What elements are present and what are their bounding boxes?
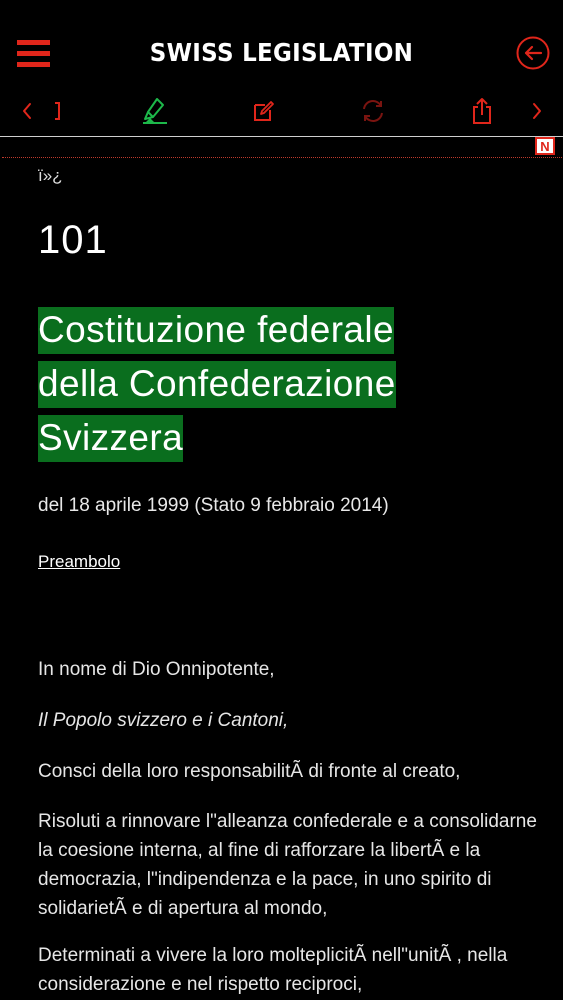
encoding-marker: ï»¿ [38, 166, 63, 185]
law-title: Costituzione federale della Confederazio… [38, 303, 538, 465]
toolbar-divider [0, 136, 563, 137]
law-title-line: Costituzione federale [38, 307, 394, 354]
sync-icon[interactable] [357, 95, 389, 127]
law-title-line: Svizzera [38, 415, 184, 462]
note-marker-line [2, 157, 562, 158]
preamble-paragraph: Determinati a vivere la loro molteplicit… [38, 945, 508, 995]
note-badge-icon[interactable]: N [535, 137, 555, 155]
next-icon[interactable] [528, 95, 546, 127]
preamble-paragraph: Il Popolo svizzero e i Cantoni, [38, 710, 289, 731]
prev-icon[interactable] [18, 95, 36, 127]
law-date: del 18 aprile 1999 (Stato 9 febbraio 201… [38, 495, 389, 516]
law-number: 101 [38, 218, 108, 262]
preamble-link[interactable]: Preambolo [38, 552, 120, 572]
share-icon[interactable] [468, 95, 496, 127]
bracket-icon[interactable] [50, 95, 64, 127]
circle-arrow-left-icon[interactable] [516, 36, 550, 70]
edit-note-icon[interactable] [250, 95, 278, 127]
highlighter-icon[interactable] [138, 95, 172, 127]
app-header: SWISS LEGISLATION [0, 0, 563, 108]
law-title-line: della Confederazione [38, 361, 396, 408]
preamble-paragraph: Consci della loro responsabilitÃ di fron… [38, 761, 461, 782]
page-title: SWISS LEGISLATION [149, 38, 414, 67]
preamble-paragraph: Risoluti a rinnovare l"alleanza confeder… [38, 811, 537, 919]
preamble-paragraph: In nome di Dio Onnipotente, [38, 659, 275, 680]
svg-text:N: N [540, 139, 549, 154]
